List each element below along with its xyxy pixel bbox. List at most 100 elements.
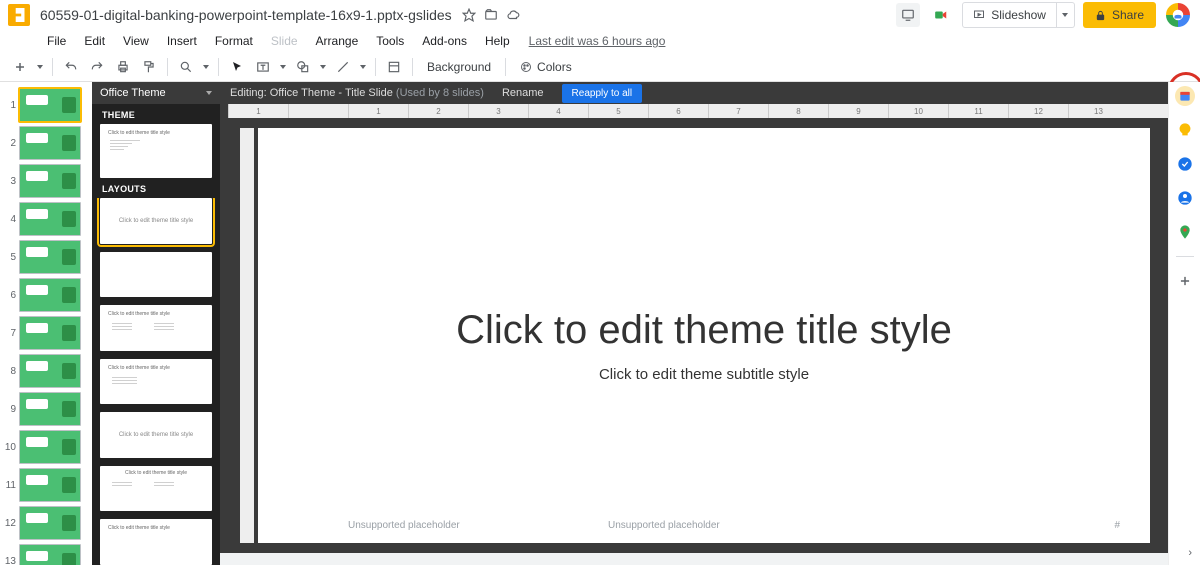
slide-thumb[interactable]: 2 — [0, 124, 92, 162]
master-thumb-text: Click to edit theme title style — [108, 130, 170, 136]
master-thumb[interactable]: Click to edit theme title style — [100, 124, 212, 178]
subtitle-placeholder[interactable]: Click to edit theme subtitle style — [258, 366, 1150, 383]
print-button[interactable] — [111, 55, 135, 79]
ruler-tick: 4 — [528, 104, 588, 118]
present-to-screen-button[interactable] — [896, 3, 920, 27]
slideshow-button[interactable]: Slideshow — [962, 2, 1057, 28]
menu-arrange[interactable]: Arrange — [309, 32, 366, 50]
account-avatar[interactable] — [1164, 1, 1192, 29]
menu-slide[interactable]: Slide — [264, 32, 305, 50]
layout-thumb-text: Click to edit theme title style — [108, 311, 170, 317]
slide-thumb[interactable]: 11 — [0, 466, 92, 504]
slideshow-dropdown-button[interactable] — [1057, 2, 1075, 28]
line-button[interactable] — [331, 55, 355, 79]
background-button[interactable]: Background — [419, 55, 499, 79]
calendar-icon[interactable] — [1175, 86, 1195, 106]
footer-placeholder-1[interactable]: Unsupported placeholder — [348, 520, 460, 531]
share-button[interactable]: Share — [1083, 2, 1156, 28]
slide-number: 4 — [2, 214, 16, 225]
reapply-button[interactable]: Reapply to all — [562, 84, 643, 103]
slide-thumb[interactable]: 8 — [0, 352, 92, 390]
select-tool-button[interactable] — [225, 55, 249, 79]
title-placeholder[interactable]: Click to edit theme title style — [258, 308, 1150, 353]
footer-placeholder-2[interactable]: Unsupported placeholder — [608, 520, 720, 531]
slide-thumb[interactable]: 3 — [0, 162, 92, 200]
textbox-button[interactable] — [251, 55, 275, 79]
placeholder-button[interactable] — [382, 55, 406, 79]
zoom-button[interactable] — [174, 55, 198, 79]
add-addon-icon[interactable] — [1175, 271, 1195, 291]
vertical-ruler[interactable] — [240, 128, 254, 543]
layout-thumb[interactable]: Click to edit theme title style — [100, 412, 212, 458]
move-icon[interactable] — [484, 8, 498, 22]
last-edit-link[interactable]: Last edit was 6 hours ago — [529, 34, 666, 48]
slide-thumb[interactable]: 5 — [0, 238, 92, 276]
menu-tools[interactable]: Tools — [369, 32, 411, 50]
side-panel — [1168, 82, 1200, 565]
canvas-area: Click to edit theme title style Click to… — [220, 118, 1200, 553]
layout-thumb[interactable]: Click to edit theme title style — [100, 198, 212, 244]
slide-thumb[interactable]: 9 — [0, 390, 92, 428]
paint-format-button[interactable] — [137, 55, 161, 79]
layout-thumb-text: Click to edit theme title style — [100, 470, 212, 476]
chevron-down-icon[interactable] — [206, 91, 212, 95]
slide-thumb[interactable]: 1 — [0, 86, 92, 124]
layouts-list[interactable]: Click to edit theme title style Click to… — [92, 198, 220, 565]
tasks-icon[interactable] — [1175, 154, 1195, 174]
redo-button[interactable] — [85, 55, 109, 79]
slides-logo-icon[interactable] — [8, 4, 30, 26]
colors-button[interactable]: Colors — [512, 55, 580, 79]
layout-thumb[interactable]: Click to edit theme title style — [100, 519, 212, 565]
chevron-down-icon — [1062, 13, 1068, 17]
shape-dropdown[interactable] — [317, 55, 329, 79]
rename-button[interactable]: Rename — [494, 84, 552, 102]
undo-button[interactable] — [59, 55, 83, 79]
menu-format[interactable]: Format — [208, 32, 260, 50]
ruler-tick: 5 — [588, 104, 648, 118]
menu-addons[interactable]: Add-ons — [415, 32, 474, 50]
slide-thumb[interactable]: 12 — [0, 504, 92, 542]
zoom-dropdown[interactable] — [200, 55, 212, 79]
slide-thumb[interactable]: 13 — [0, 542, 92, 565]
editor-area: Editing: Office Theme - Title Slide (Use… — [220, 82, 1200, 565]
cloud-saved-icon[interactable] — [506, 8, 520, 22]
ruler-tick: 11 — [948, 104, 1008, 118]
menu-help[interactable]: Help — [478, 32, 517, 50]
ruler-tick: 2 — [408, 104, 468, 118]
footer-placeholder-3[interactable]: # — [1114, 520, 1120, 531]
horizontal-ruler[interactable]: 112345678910111213 — [228, 104, 1200, 118]
shape-button[interactable] — [291, 55, 315, 79]
slide-thumb[interactable]: 6 — [0, 276, 92, 314]
menu-view[interactable]: View — [116, 32, 156, 50]
textbox-dropdown[interactable] — [277, 55, 289, 79]
toolbar-separator — [505, 58, 506, 76]
layout-thumb[interactable]: Click to edit theme title style — [100, 359, 212, 405]
toolbar-separator — [52, 58, 53, 76]
slide-thumb[interactable]: 4 — [0, 200, 92, 238]
layout-thumb[interactable] — [100, 252, 212, 298]
contacts-icon[interactable] — [1175, 188, 1195, 208]
horizontal-scrollbar[interactable] — [220, 553, 1200, 565]
slide-thumb[interactable]: 10 — [0, 428, 92, 466]
layout-thumb[interactable]: Click to edit theme title style — [100, 466, 212, 512]
toolbar-separator — [167, 58, 168, 76]
new-slide-dropdown[interactable] — [34, 55, 46, 79]
meet-button[interactable] — [928, 3, 954, 27]
keep-icon[interactable] — [1175, 120, 1195, 140]
slide-filmstrip[interactable]: 12345678910111213 — [0, 82, 92, 565]
menu-file[interactable]: File — [40, 32, 73, 50]
star-icon[interactable] — [462, 8, 476, 22]
body: 12345678910111213 Office Theme THEME Cli… — [0, 82, 1200, 565]
line-dropdown[interactable] — [357, 55, 369, 79]
slide-thumb[interactable]: 7 — [0, 314, 92, 352]
slide-canvas[interactable]: Click to edit theme title style Click to… — [258, 128, 1150, 543]
collapse-side-panel-icon[interactable]: › — [1188, 547, 1192, 559]
maps-icon[interactable] — [1175, 222, 1195, 242]
layouts-section-label: LAYOUTS — [92, 178, 220, 198]
menu-insert[interactable]: Insert — [160, 32, 204, 50]
new-slide-button[interactable] — [8, 55, 32, 79]
menu-edit[interactable]: Edit — [77, 32, 112, 50]
layout-thumb[interactable]: Click to edit theme title style — [100, 305, 212, 351]
ruler-tick: 3 — [468, 104, 528, 118]
document-title[interactable]: 60559-01-digital-banking-powerpoint-temp… — [40, 7, 452, 23]
